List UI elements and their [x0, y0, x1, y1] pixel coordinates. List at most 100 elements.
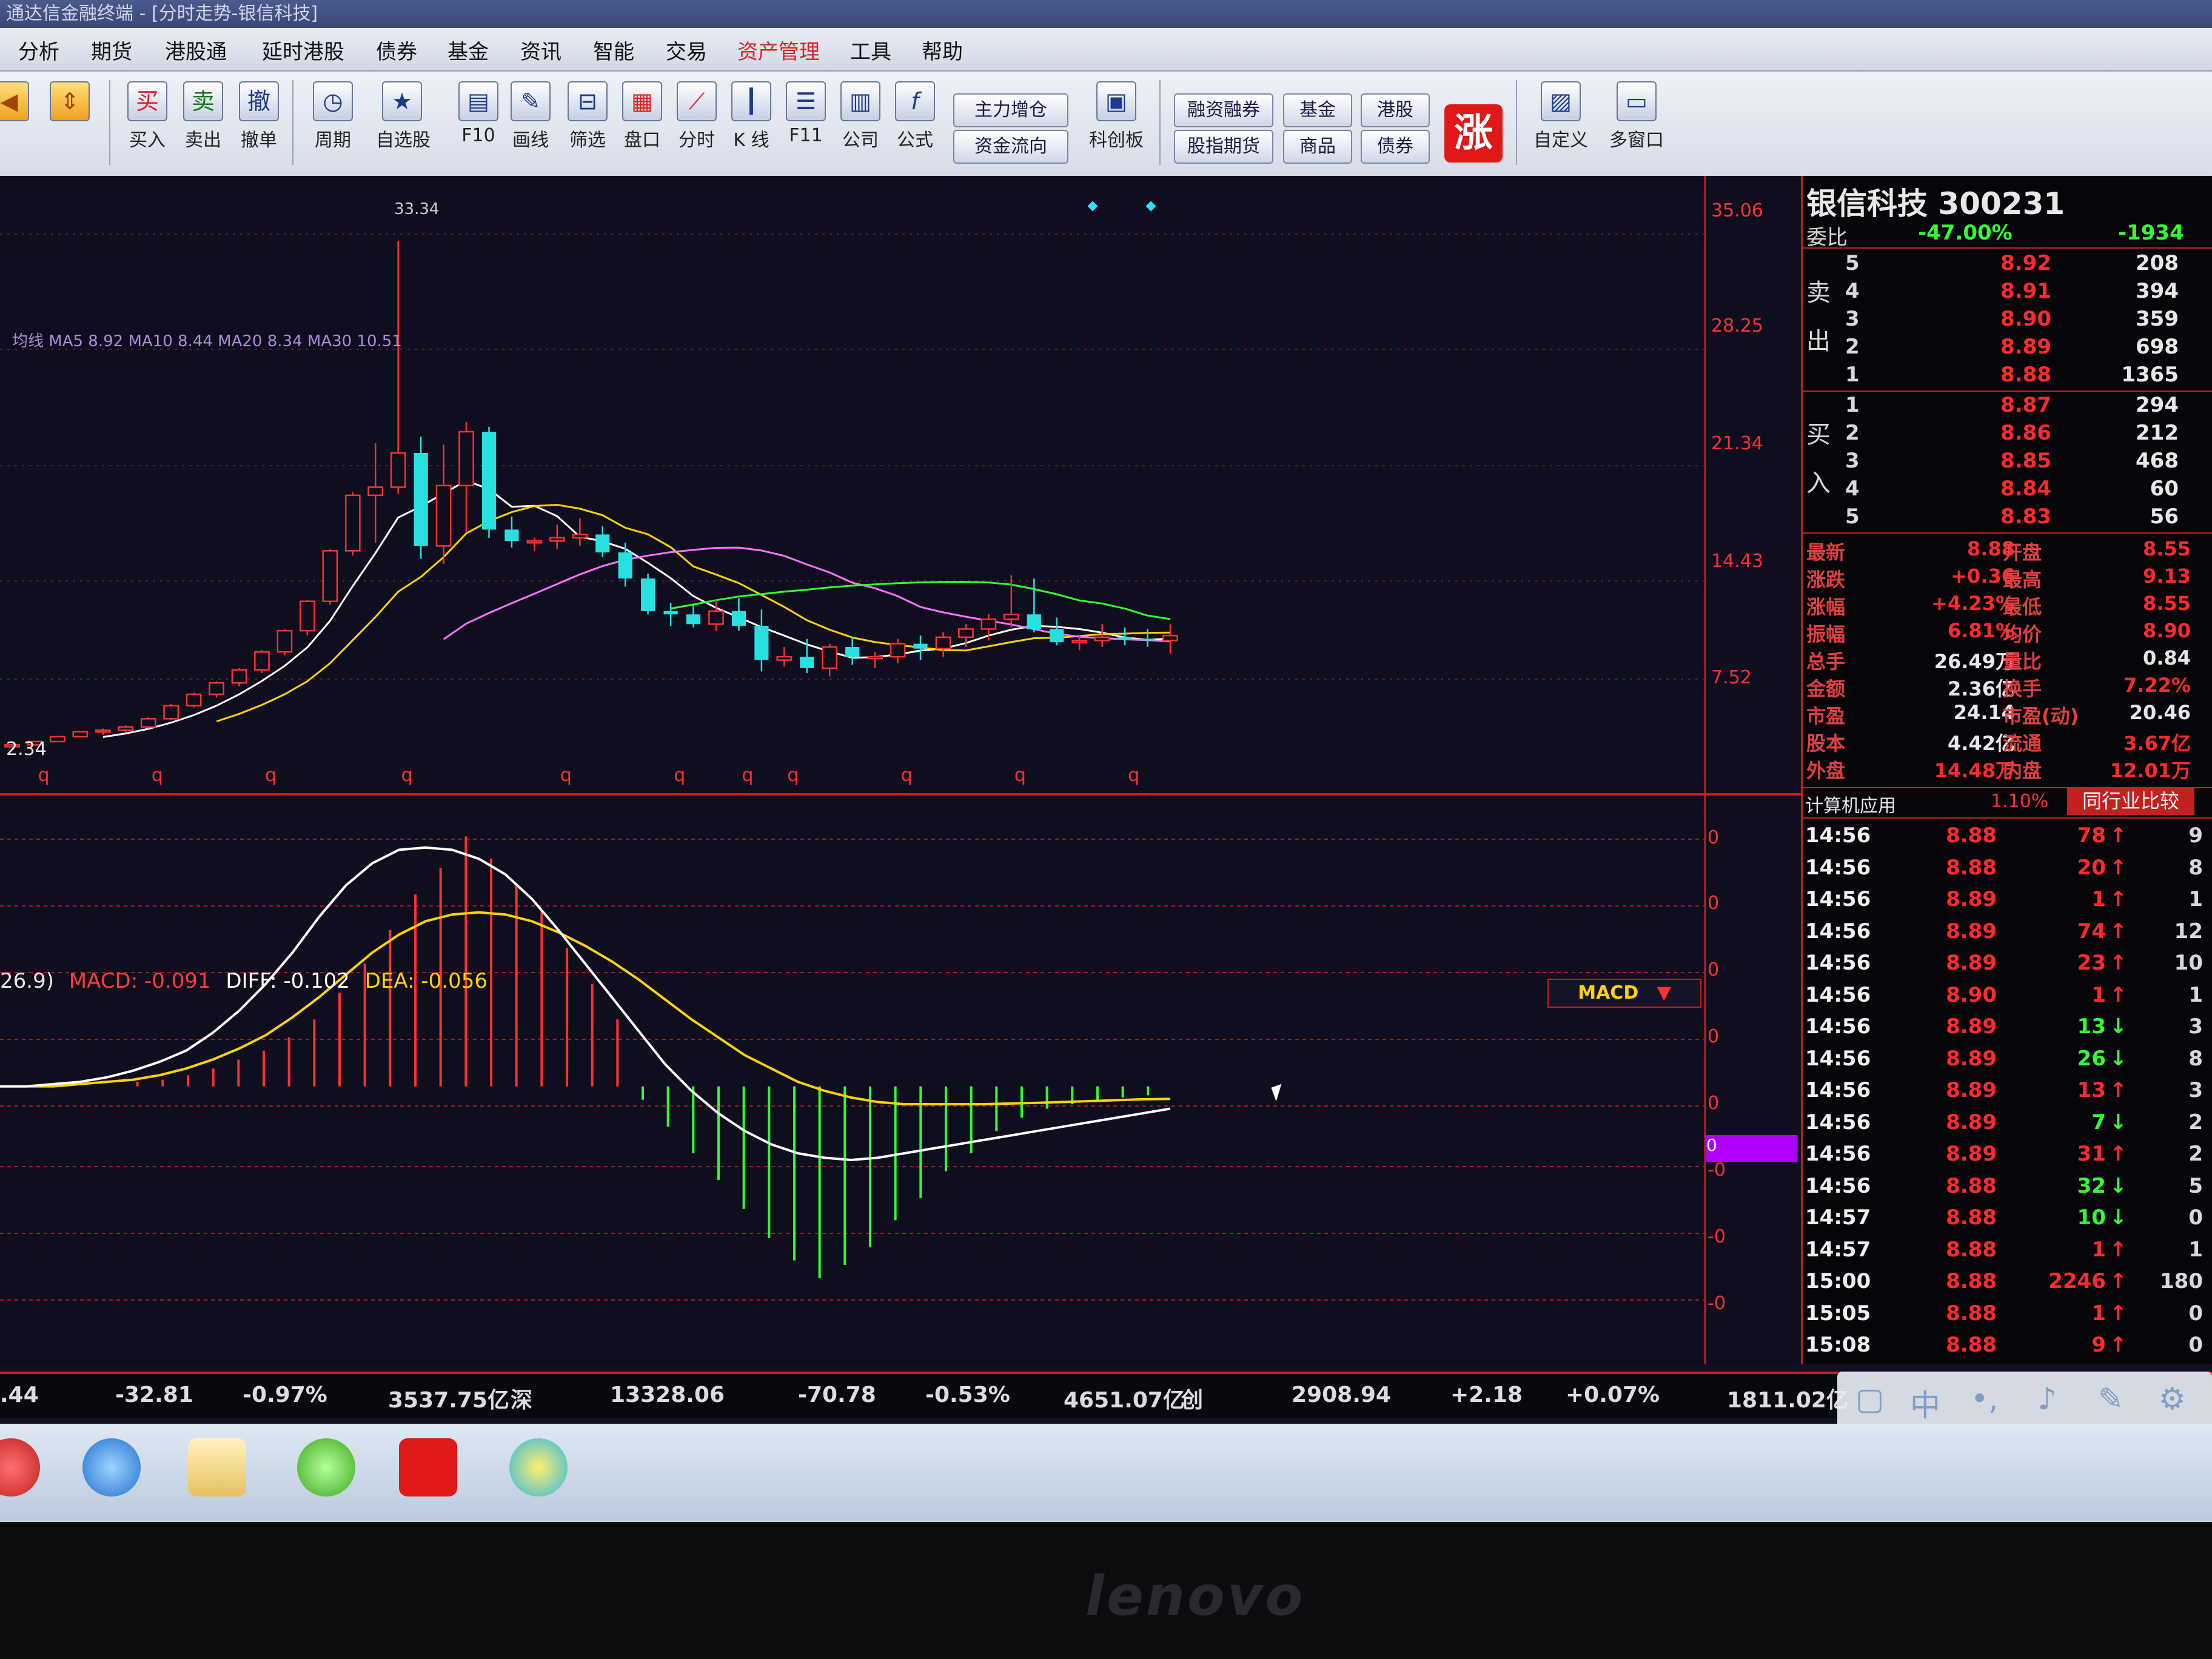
tick-time: 14:56	[1805, 951, 1871, 975]
menu-help[interactable]: 帮助	[922, 35, 963, 65]
quote-row: 金额 2.36亿 换手 7.22%	[1803, 674, 2212, 702]
dea-value: DEA: -0.056	[364, 969, 488, 993]
f10-button[interactable]: ▤ F10	[452, 76, 504, 167]
shenzhen-label[interactable]: 深	[511, 1382, 532, 1414]
menu-futures[interactable]: 期货	[91, 35, 132, 65]
filter-button[interactable]: ⊟ 筛选	[561, 76, 614, 167]
nav-left-button[interactable]: ◀	[0, 76, 30, 167]
period-button[interactable]: ◷ 周期	[307, 76, 359, 167]
ask-row: 5 8.92 208	[1845, 251, 2179, 275]
candle-body	[435, 484, 452, 547]
menu-news[interactable]: 资讯	[520, 35, 561, 65]
menu-asset-management[interactable]: 资产管理	[737, 35, 820, 65]
trading-app-icon[interactable]	[399, 1438, 457, 1496]
menu-analysis[interactable]: 分析	[18, 35, 59, 65]
menu-bonds[interactable]: 债券	[376, 35, 417, 65]
menu-smart[interactable]: 智能	[593, 35, 634, 65]
chart-area: q q q q q q q q q q q 均线 MA5 8.92 MA10 8.44 MA20 8…	[0, 176, 1801, 1364]
margin-trading-button[interactable]: 融资融券	[1174, 93, 1273, 127]
arrow-up-icon: ↑	[2110, 951, 2127, 975]
quote-label: 振幅	[1806, 623, 1846, 646]
quote-value: 2.36亿	[1948, 677, 2015, 700]
tick-price: 8.88	[1946, 1205, 1997, 1230]
settings-icon[interactable]: ⚙	[2159, 1381, 2186, 1416]
bid-row: 5 8.83 56	[1845, 504, 2179, 529]
buy-button[interactable]: 买 买入	[121, 76, 173, 167]
intraday-button[interactable]: ⟋ 分时	[671, 76, 723, 167]
custom-button[interactable]: ▨ 自定义	[1529, 76, 1592, 167]
tick-count: 1	[2188, 1237, 2203, 1262]
kline-chart[interactable]: qqqqqqqqqqq	[0, 176, 1801, 1364]
tick-price: 8.90	[1946, 982, 1997, 1007]
candle-body	[276, 629, 293, 653]
tick-list[interactable]: 14:56 8.88 78 ↑ 9 14:56 8.88 20 ↑ 8 14:56 8.89 1 ↑ 1 14…	[1803, 817, 2212, 1364]
menu-funds[interactable]: 基金	[447, 35, 489, 65]
menu-trade[interactable]: 交易	[666, 35, 707, 65]
funds-button[interactable]: 基金	[1283, 93, 1352, 127]
f11-button[interactable]: ☰ F11	[780, 76, 832, 167]
punctuation-icon[interactable]: •,	[1971, 1381, 1998, 1416]
hk-stocks-button[interactable]: 港股	[1361, 93, 1430, 127]
browser-icon[interactable]	[297, 1438, 355, 1496]
multi-window-button[interactable]: ▭ 多窗口	[1603, 76, 1670, 167]
index-futures-button[interactable]: 股指期货	[1174, 130, 1273, 164]
kline-label: K 线	[733, 130, 769, 151]
arrow-up-icon: ↑	[2110, 1269, 2127, 1293]
app-icon[interactable]	[509, 1438, 568, 1496]
quote-label: 开盘	[2003, 541, 2042, 564]
chinese-mode-icon[interactable]: 中	[1910, 1381, 1940, 1425]
tick-volume: 20	[2077, 855, 2106, 880]
price-low-label: 2.34	[6, 739, 47, 760]
macd-value: MACD: -0.091	[69, 969, 211, 993]
indicator-select[interactable]: MACD ▼	[1547, 979, 1701, 1008]
chinext-label[interactable]: 创	[1181, 1382, 1203, 1414]
file-explorer-icon[interactable]	[188, 1438, 246, 1496]
candle-body	[663, 611, 678, 615]
arrow-down-icon: ↓	[2110, 1205, 2127, 1230]
filter-label: 筛选	[569, 130, 606, 151]
company-button[interactable]: ▥ 公司	[834, 76, 886, 167]
arrow-down-icon: ↓	[2110, 1110, 2127, 1134]
limit-up-button[interactable]: 涨	[1444, 104, 1503, 163]
ie-browser-icon[interactable]	[82, 1438, 141, 1496]
star-market-button[interactable]: ▣ 科创板	[1083, 76, 1150, 167]
arrow-down-icon: ↓	[2110, 1046, 2127, 1071]
handwriting-icon[interactable]: ✎	[2098, 1381, 2123, 1416]
microphone-icon[interactable]: ♪	[2037, 1381, 2057, 1416]
tick-row: 14:56 8.88 20 ↑ 8	[1803, 856, 2212, 887]
menu-hk-connect[interactable]: 港股通	[165, 35, 227, 65]
candle-body	[72, 731, 89, 738]
industry-compare-button[interactable]: 同行业比较	[2067, 787, 2194, 815]
period-marker: q	[401, 765, 413, 786]
tick-price: 8.89	[1946, 1078, 1997, 1102]
nav-updown-button[interactable]: ⇕	[49, 76, 91, 167]
cancel-order-button[interactable]: 撤 撤单	[233, 76, 285, 167]
kline-button[interactable]: ┃ K 线	[725, 76, 777, 167]
main-force-increase-button[interactable]: 主力增仓	[953, 93, 1068, 127]
bonds-button[interactable]: 债券	[1361, 130, 1430, 164]
order-book-button[interactable]: ▦ 盘口	[616, 76, 668, 167]
start-button-icon[interactable]	[0, 1438, 40, 1496]
quote-row: 涨幅 +4.23% 最低 8.55	[1803, 592, 2212, 620]
tick-row: 14:57 8.88 10 ↓ 0	[1803, 1205, 2212, 1237]
star-market-label: 科创板	[1089, 130, 1144, 151]
tick-time: 14:56	[1805, 855, 1871, 880]
tick-row: 14:56 8.88 78 ↑ 9	[1803, 823, 2212, 855]
keyboard-icon[interactable]: ▢	[1855, 1381, 1884, 1416]
quote-value: 12.01万	[2110, 759, 2191, 782]
candle-body	[1140, 638, 1155, 641]
menu-delayed-hk[interactable]: 延时港股	[262, 35, 344, 65]
draw-line-button[interactable]: ✎ 画线	[504, 76, 557, 167]
period-marker: q	[787, 765, 799, 786]
capital-flow-button[interactable]: 资金流向	[953, 130, 1068, 164]
menu-tools[interactable]: 工具	[850, 35, 891, 65]
commodities-button[interactable]: 商品	[1283, 130, 1352, 164]
formula-button[interactable]: f 公式	[889, 76, 941, 167]
arrow-up-icon: ↑	[2110, 1237, 2127, 1262]
candle-body	[754, 626, 769, 660]
title-bar: 通达信金融终端 - [分时走势-银信科技]	[0, 0, 2212, 28]
arrow-down-icon: ↓	[2110, 1173, 2127, 1198]
watchlist-button[interactable]: ★ 自选股	[376, 76, 431, 167]
candle-body	[254, 651, 270, 671]
sell-button[interactable]: 卖 卖出	[177, 76, 229, 167]
